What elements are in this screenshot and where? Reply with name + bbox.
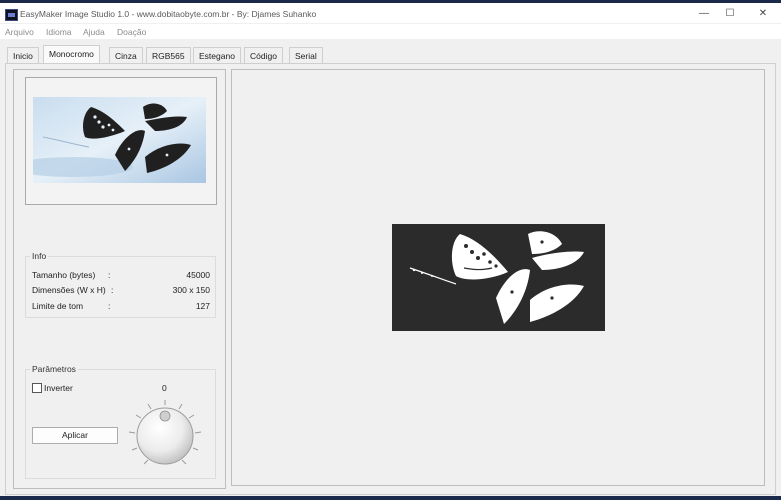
knob-value: 0 bbox=[162, 383, 167, 393]
params-group-title: Parâmetros bbox=[30, 364, 78, 374]
tab-serial[interactable]: Serial bbox=[289, 47, 323, 64]
info-threshold-value: 127 bbox=[195, 301, 210, 311]
window-title: EasyMaker Image Studio 1.0 - www.dobitao… bbox=[20, 9, 317, 19]
title-bar: EasyMaker Image Studio 1.0 - www.dobitao… bbox=[0, 3, 781, 23]
menu-idioma[interactable]: Idioma bbox=[46, 27, 72, 37]
info-dimensions-label: Dimensões (W x H) bbox=[32, 285, 106, 295]
monochrome-preview-image bbox=[392, 224, 605, 331]
info-size-sep: : bbox=[108, 270, 111, 280]
source-image-thumbnail bbox=[33, 97, 206, 183]
info-dimensions-value: 300 x 150 bbox=[172, 285, 210, 295]
invert-label: Inverter bbox=[44, 383, 73, 393]
maximize-button[interactable]: ☐ bbox=[716, 7, 744, 21]
minimize-button[interactable]: — bbox=[690, 7, 718, 21]
info-dimensions-sep: : bbox=[111, 285, 114, 295]
menu-ajuda[interactable]: Ajuda bbox=[83, 27, 105, 37]
info-threshold-label: Limite de tom bbox=[32, 301, 84, 311]
info-threshold-sep: : bbox=[108, 301, 111, 311]
tab-strip: Inicio Monocromo Cinza RGB565 Estegano C… bbox=[0, 45, 781, 65]
tab-rgb565[interactable]: RGB565 bbox=[146, 47, 191, 64]
menu-arquivo[interactable]: Arquivo bbox=[5, 27, 34, 37]
info-size-value: 45000 bbox=[186, 270, 210, 280]
threshold-knob[interactable] bbox=[126, 398, 204, 472]
info-group-title: Info bbox=[30, 251, 49, 261]
tab-cinza[interactable]: Cinza bbox=[109, 47, 143, 64]
close-button[interactable]: ✕ bbox=[749, 7, 777, 21]
info-size-label: Tamanho (bytes) bbox=[32, 270, 96, 280]
desktop-strip-bottom bbox=[0, 496, 781, 500]
tab-monocromo[interactable]: Monocromo bbox=[43, 45, 100, 65]
invert-checkbox[interactable] bbox=[32, 383, 42, 393]
tab-codigo[interactable]: Código bbox=[244, 47, 283, 64]
tab-estegano[interactable]: Estegano bbox=[193, 47, 241, 64]
menu-bar: Arquivo Idioma Ajuda Doação bbox=[0, 24, 781, 39]
app-icon bbox=[5, 9, 18, 21]
apply-button[interactable]: Aplicar bbox=[32, 427, 118, 444]
tab-inicio[interactable]: Inicio bbox=[7, 47, 39, 64]
menu-doacao[interactable]: Doação bbox=[117, 27, 146, 37]
